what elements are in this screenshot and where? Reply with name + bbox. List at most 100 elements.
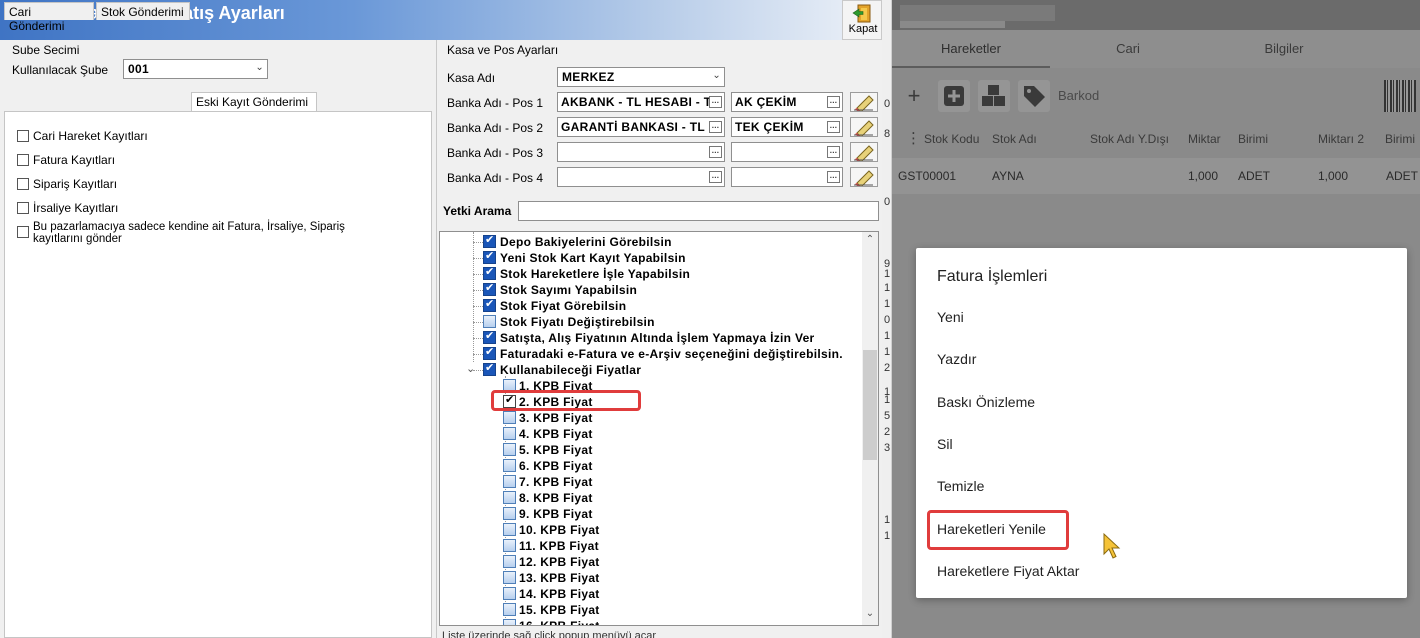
tree-checkbox[interactable] — [483, 281, 496, 296]
col-miktar2[interactable]: Miktarı 2 — [1318, 132, 1364, 146]
tree-item-label: 14. KPB Fiyat — [519, 587, 600, 601]
tab-cari[interactable]: Cari — [1050, 41, 1206, 56]
tree-checkbox[interactable] — [503, 571, 516, 584]
tab-cari-gonderimi[interactable]: Cari Gönderimi — [4, 2, 94, 33]
tree-checkbox[interactable] — [503, 555, 516, 568]
kasa-select[interactable]: MERKEZ ⌄ — [557, 67, 725, 87]
eraser-button[interactable] — [850, 142, 878, 163]
boxes-icon[interactable] — [978, 80, 1010, 112]
menu-item-temizle[interactable]: Temizle — [937, 478, 984, 494]
tree-checkbox[interactable] — [503, 539, 516, 552]
cell-stok-adi: AYNA — [992, 169, 1024, 183]
tree-item-label: Stok Fiyatı Değiştirebilsin — [500, 315, 655, 329]
tree-checkbox[interactable] — [503, 587, 516, 600]
ellipsis-button[interactable]: ... — [827, 146, 840, 158]
ellipsis-button[interactable]: ... — [827, 171, 840, 183]
add-icon[interactable]: + — [898, 80, 930, 112]
tree-item-label: 16. KPB Fiyat — [519, 619, 600, 626]
cubes-icon — [982, 85, 1005, 106]
tree-checkbox[interactable] — [503, 459, 516, 472]
tree-checkbox[interactable] — [503, 619, 516, 625]
ellipsis-button[interactable]: ... — [709, 171, 722, 183]
pos1-cekim-field[interactable]: AK ÇEKİM ... — [731, 92, 843, 112]
tree-checkbox[interactable] — [503, 427, 516, 440]
tag-icon[interactable] — [1018, 80, 1050, 112]
sube-select[interactable]: 001 ⌄ — [123, 59, 268, 79]
table-row[interactable]: GST00001 AYNA 1,000 ADET 1,000 ADET — [892, 158, 1420, 194]
pos3-cekim-field[interactable]: ... — [731, 142, 843, 162]
tab-eski-kayit-gonderimi[interactable]: Eski Kayıt Gönderimi — [191, 92, 317, 112]
tab-bilgiler[interactable]: Bilgiler — [1206, 41, 1362, 56]
pos4-cekim-field[interactable]: ... — [731, 167, 843, 187]
pos2-bank-field[interactable]: GARANTİ BANKASI - TL ... — [557, 117, 725, 137]
tree-checkbox[interactable] — [483, 265, 496, 280]
menu-item-hareketlere-fiyat-aktar[interactable]: Hareketlere Fiyat Aktar — [937, 563, 1079, 579]
tree-checkbox[interactable] — [483, 361, 496, 376]
ellipsis-button[interactable]: ... — [709, 121, 722, 133]
ellipsis-button[interactable]: ... — [827, 96, 840, 108]
checkbox-cari-hareket[interactable] — [17, 130, 29, 142]
scroll-thumb[interactable] — [863, 350, 877, 460]
col-birimi[interactable]: Birimi — [1238, 132, 1268, 146]
col-stok-adi-ydisi[interactable]: Stok Adı Y.Dışı — [1090, 132, 1169, 146]
barcode-scan-icon[interactable] — [1384, 80, 1416, 112]
tree-checkbox[interactable] — [503, 491, 516, 504]
tab-stok-gonderimi[interactable]: Stok Gönderimi — [96, 2, 190, 20]
tree-checkbox[interactable] — [483, 233, 496, 248]
menu-item-sil[interactable]: Sil — [937, 436, 953, 452]
col-stok-kodu[interactable]: Stok Kodu — [924, 132, 979, 146]
col-stok-adi[interactable]: Stok Adı — [992, 132, 1037, 146]
yetki-label: Yetki Arama — [443, 204, 512, 218]
mobile-app: Hareketler Cari Bilgiler + Barkod ⋮ Stok… — [892, 0, 1420, 638]
tree-checkbox[interactable] — [503, 603, 516, 616]
exit-door-icon — [852, 4, 871, 23]
ellipsis-button[interactable]: ... — [827, 121, 840, 133]
checkbox-fatura[interactable] — [17, 154, 29, 166]
column-menu-icon[interactable]: ⋮ — [906, 129, 921, 147]
eraser-button[interactable] — [850, 167, 878, 188]
yetki-search-input[interactable] — [518, 201, 879, 221]
tree-checkbox[interactable] — [503, 507, 516, 520]
own-records-line1: Bu pazarlamacıya sadece kendine ait Fatu… — [33, 221, 345, 233]
close-button[interactable]: Kapat — [842, 0, 882, 40]
menu-item-baski-onizleme[interactable]: Baskı Önizleme — [937, 394, 1035, 410]
tree-checkbox[interactable] — [503, 523, 516, 536]
tree-line — [473, 338, 483, 339]
tree-scrollbar[interactable]: ⌃ ⌄ — [862, 232, 878, 625]
col-birimi2[interactable]: Birimi — [1385, 132, 1415, 146]
eraser-button[interactable] — [850, 117, 878, 138]
tree-checkbox[interactable] — [483, 315, 496, 328]
pos2-cekim-field[interactable]: TEK ÇEKİM ... — [731, 117, 843, 137]
menu-item-yazdir[interactable]: Yazdır — [937, 351, 976, 367]
tree-checkbox[interactable] — [483, 329, 496, 344]
scroll-up-icon[interactable]: ⌃ — [862, 234, 878, 250]
tree-checkbox[interactable] — [503, 475, 516, 488]
checkbox-own-records[interactable] — [17, 226, 29, 238]
tree-checkbox[interactable] — [503, 443, 516, 456]
add-box-icon[interactable] — [938, 80, 970, 112]
tree-item-label: Yeni Stok Kart Kayıt Yapabilsin — [500, 251, 686, 265]
ellipsis-button[interactable]: ... — [709, 96, 722, 108]
pos4-bank-field[interactable]: ... — [557, 167, 725, 187]
tree-checkbox[interactable] — [503, 411, 516, 424]
checkbox-siparis[interactable] — [17, 178, 29, 190]
tree-checkbox[interactable] — [483, 249, 496, 264]
tree-checkbox[interactable] — [483, 345, 496, 360]
tree-checkbox[interactable] — [483, 297, 496, 312]
strip-char: 1 — [884, 268, 891, 280]
ellipsis-button[interactable]: ... — [709, 146, 722, 158]
checkbox-irsaliye[interactable] — [17, 202, 29, 214]
menu-item-yeni[interactable]: Yeni — [937, 309, 964, 325]
price-tag-icon — [1024, 86, 1045, 107]
scroll-down-icon[interactable]: ⌄ — [862, 608, 878, 624]
eraser-button[interactable] — [850, 92, 878, 113]
strip-char: 2 — [884, 426, 891, 438]
permission-tree[interactable]: Depo Bakiyelerini Görebilsin Yeni Stok Ka… — [439, 231, 879, 626]
tree-expand-chevron-icon[interactable]: ⌄ — [466, 362, 476, 378]
col-miktar[interactable]: Miktar — [1188, 132, 1221, 146]
tab-hareketler[interactable]: Hareketler — [892, 41, 1050, 56]
pos3-bank-field[interactable]: ... — [557, 142, 725, 162]
barcode-input[interactable]: Barkod — [1052, 80, 1378, 112]
pos1-bank-field[interactable]: AKBANK - TL HESABI - T ... — [557, 92, 725, 112]
tree-item-label: 5. KPB Fiyat — [519, 443, 593, 457]
